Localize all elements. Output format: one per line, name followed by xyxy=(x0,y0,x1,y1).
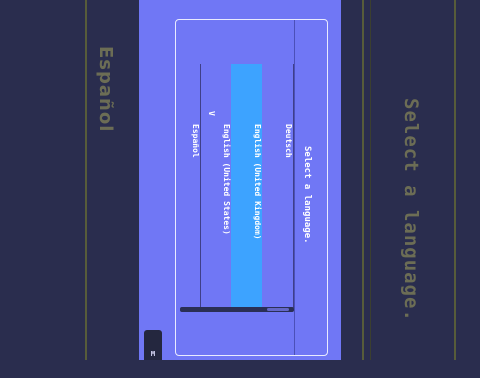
language-option-english-uk[interactable]: English (United Kingdom) xyxy=(231,64,262,308)
language-option-english-us[interactable]: English (United States) xyxy=(200,64,231,308)
title-separator xyxy=(294,20,295,355)
language-option-espanol[interactable]: Español xyxy=(173,64,200,308)
language-option-deutsch[interactable]: Deutsch xyxy=(262,64,293,308)
language-option-label: Deutsch xyxy=(284,124,293,158)
scrollbar-thumb[interactable] xyxy=(267,308,289,311)
left-divider-line xyxy=(85,0,87,360)
right-divider-line-3 xyxy=(454,0,456,360)
right-divider-line-1 xyxy=(362,0,364,360)
language-option-label: Español xyxy=(191,124,200,158)
ghost-language-label: Español xyxy=(95,46,116,133)
main-screen: Select a language. Deutsch English (Unit… xyxy=(139,0,341,360)
language-option-label: English (United Kingdom) xyxy=(253,124,262,240)
right-background-panel: Select a language. xyxy=(341,0,480,360)
corner-tab[interactable]: M xyxy=(144,330,162,360)
ghost-title: Select a language. xyxy=(400,98,422,322)
left-background-panel: Español xyxy=(0,0,139,360)
check-mark-icon: V xyxy=(207,111,216,116)
dialog-title: Select a language. xyxy=(302,146,312,244)
list-divider xyxy=(200,64,201,308)
language-list: Deutsch English (United Kingdom) English… xyxy=(180,64,294,312)
list-divider xyxy=(293,64,294,308)
language-option-label: English (United States) xyxy=(222,124,231,235)
right-divider-line-2 xyxy=(370,0,371,360)
language-dialog: Select a language. Deutsch English (Unit… xyxy=(175,19,328,356)
corner-tab-label: M xyxy=(150,350,156,358)
list-scrollbar[interactable] xyxy=(180,307,294,312)
